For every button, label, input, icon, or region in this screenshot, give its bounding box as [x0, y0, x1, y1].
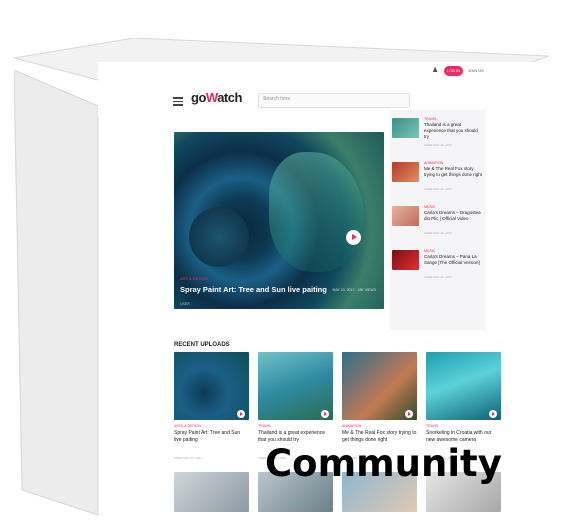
video-card[interactable]: TRAVEL Thailand is a great experience th…: [258, 352, 333, 512]
sidebar-meta: USER MAY 24, 2017: [424, 275, 452, 279]
logo-suffix: atch: [217, 90, 242, 105]
hero-author[interactable]: USER: [180, 302, 190, 306]
community-label: Community: [265, 442, 502, 485]
recent-uploads-grid: ARTS & DESIGN Spray Paint Art: Tree and …: [174, 352, 501, 517]
video-category[interactable]: TRAVEL: [258, 424, 271, 428]
video-title[interactable]: Spray Paint Art: Tree and Sun live paiti…: [174, 430, 249, 444]
play-icon[interactable]: [321, 410, 329, 418]
sidebar-meta: USER MAY 24, 2017: [424, 143, 452, 147]
join-link[interactable]: JOIN US: [468, 68, 484, 73]
sidebar-title[interactable]: Carla's Dreams – Dragostea din Plic | Of…: [424, 210, 484, 222]
sidebar-category[interactable]: ANIMATION: [424, 161, 443, 165]
sidebar-title[interactable]: Thailand is a great experience that you …: [424, 122, 484, 140]
hero-date: MAY 24, 2017: [332, 288, 355, 292]
search-icon[interactable]: ⌕: [263, 96, 405, 103]
video-category[interactable]: ANIMATION: [342, 424, 361, 428]
sidebar-title[interactable]: Me & The Real Fox story trying to get th…: [424, 166, 484, 178]
play-icon[interactable]: [346, 230, 361, 245]
menu-icon[interactable]: [173, 97, 183, 106]
hero-video[interactable]: ART & DESIGN Spray Paint Art: Tree and S…: [174, 132, 384, 309]
video-meta: USER MAY 24, 2017: [174, 456, 202, 460]
sidebar-title[interactable]: Carla's Dreams – Pana La Sange [The Offi…: [424, 254, 484, 266]
play-icon[interactable]: [237, 410, 245, 418]
sidebar-list: TRAVEL Thailand is a great experience th…: [390, 110, 486, 330]
video-card[interactable]: TRAVEL Snorkeling in Croatia with our ne…: [426, 352, 501, 512]
play-icon[interactable]: [405, 410, 413, 418]
video-category[interactable]: ARTS & DESIGN: [174, 424, 201, 428]
sidebar-item[interactable]: TRAVEL Thailand is a great experience th…: [390, 116, 486, 156]
sidebar-thumbnail[interactable]: [392, 206, 419, 226]
video-card[interactable]: ARTS & DESIGN Spray Paint Art: Tree and …: [174, 352, 249, 512]
sidebar-category[interactable]: MUSIC: [424, 205, 435, 209]
sidebar-thumbnail[interactable]: [392, 118, 419, 138]
user-icon[interactable]: ♟: [432, 66, 438, 74]
hero-title[interactable]: Spray Paint Art: Tree and Sun live paiti…: [180, 285, 327, 294]
logo-accent: W: [205, 90, 218, 105]
video-thumbnail[interactable]: [174, 472, 249, 512]
sidebar-item[interactable]: ANIMATION Me & The Real Fox story trying…: [390, 160, 486, 200]
hero-category[interactable]: ART & DESIGN: [180, 276, 208, 281]
signin-button[interactable]: LOG IN: [444, 66, 463, 76]
sidebar-meta: USER MAY 24, 2017: [424, 187, 452, 191]
sidebar-item[interactable]: MUSIC Carla's Dreams – Pana La Sange [Th…: [390, 248, 486, 288]
hero-tree-art: [269, 152, 364, 272]
play-icon[interactable]: [489, 410, 497, 418]
section-heading: RECENT UPLOADS: [174, 342, 230, 348]
box-left-face: [14, 70, 99, 516]
sidebar-thumbnail[interactable]: [392, 250, 419, 270]
video-category[interactable]: TRAVEL: [426, 424, 439, 428]
sidebar-item[interactable]: MUSIC Carla's Dreams – Dragostea din Pli…: [390, 204, 486, 244]
header-actions: ♟ LOG IN JOIN US: [432, 66, 550, 80]
hero-views: 18K VIEWS: [357, 288, 376, 292]
sidebar-meta: USER MAY 24, 2017: [424, 231, 452, 235]
site-logo[interactable]: goWatch: [191, 90, 242, 105]
logo-prefix: go: [191, 90, 206, 105]
video-card[interactable]: ANIMATION Me & The Real Fox story trying…: [342, 352, 417, 512]
hero-meta: MAY 24, 2017 · 18K VIEWS: [332, 288, 376, 292]
hero-circle-art: [189, 207, 249, 267]
search-input[interactable]: Search here ⌕: [258, 93, 410, 108]
sidebar-thumbnail[interactable]: [392, 162, 419, 182]
sidebar-category[interactable]: MUSIC: [424, 249, 435, 253]
sidebar-category[interactable]: TRAVEL: [424, 117, 437, 121]
